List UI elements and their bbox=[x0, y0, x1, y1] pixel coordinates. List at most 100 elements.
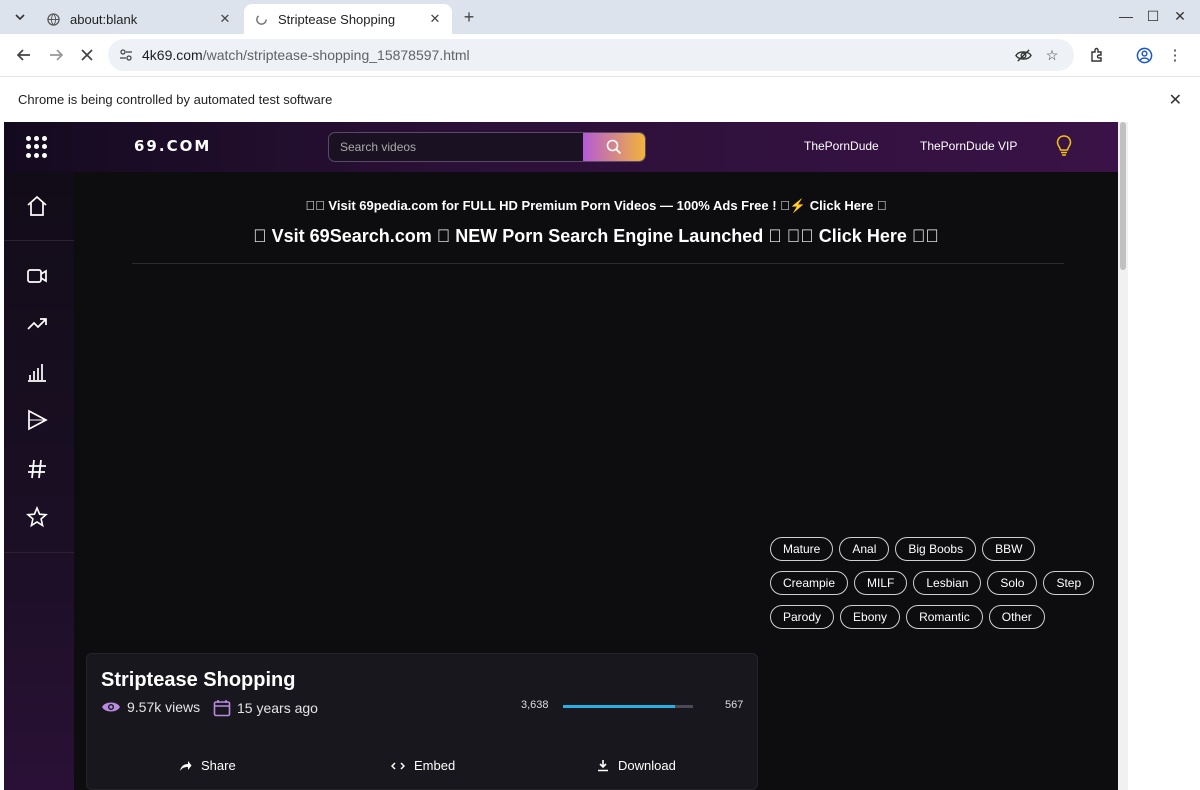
site-header: 69.COM ThePornDude ThePornDude VIP bbox=[4, 122, 1118, 172]
tag-milf[interactable]: MILF bbox=[854, 571, 908, 595]
more-menu-icon[interactable]: ⋮ bbox=[1164, 44, 1186, 66]
star-icon[interactable] bbox=[25, 505, 49, 529]
download-button[interactable]: Download bbox=[597, 758, 676, 773]
tag-creampie[interactable]: Creampie bbox=[770, 571, 849, 595]
site-info-icon[interactable] bbox=[118, 47, 134, 63]
extensions-icon[interactable] bbox=[1086, 44, 1108, 66]
video-views: 9.57k views bbox=[101, 699, 200, 715]
tag-row: Mature Anal Big Boobs BBW bbox=[770, 537, 1110, 561]
tag-parody[interactable]: Parody bbox=[770, 605, 835, 629]
profile-icon[interactable] bbox=[1133, 44, 1155, 66]
code-icon bbox=[391, 761, 405, 770]
tag-lesbian[interactable]: Lesbian bbox=[913, 571, 982, 595]
trending-icon[interactable] bbox=[25, 312, 49, 336]
tag-row: Creampie MILF Lesbian Solo Step bbox=[770, 571, 1110, 595]
promo-notice-69pedia[interactable]:    Visit 69pedia.com for FULL HD Premium… bbox=[74, 198, 1118, 214]
video-date: 15 years ago bbox=[213, 699, 318, 717]
web-page: 69.COM ThePornDude ThePornDude VIP bbox=[4, 122, 1118, 790]
embed-label: Embed bbox=[414, 758, 456, 773]
close-tab-icon[interactable]: ✕ bbox=[426, 10, 444, 28]
home-icon[interactable] bbox=[25, 194, 49, 218]
address-bar[interactable]: 4k69.com/watch/striptease-shopping_15878… bbox=[108, 39, 1074, 71]
search-input[interactable] bbox=[329, 133, 584, 161]
tag-big-boobs[interactable]: Big Boobs bbox=[895, 537, 977, 561]
globe-icon bbox=[46, 12, 60, 26]
tag-other[interactable]: Other bbox=[988, 605, 1045, 629]
tag-romantic[interactable]: Romantic bbox=[906, 605, 983, 629]
dislikes-count: 567 bbox=[725, 699, 744, 711]
url-path: /watch/striptease-shopping_15878597.html bbox=[202, 47, 470, 63]
tag-mature[interactable]: Mature bbox=[770, 537, 834, 561]
chart-bars-icon[interactable] bbox=[25, 360, 49, 384]
url-host: 4k69.com bbox=[142, 47, 203, 63]
eye-slash-icon[interactable] bbox=[1014, 46, 1032, 64]
tab-title: about:blank bbox=[70, 11, 138, 27]
rating-fill bbox=[563, 705, 676, 708]
search-button[interactable] bbox=[583, 133, 645, 161]
tab-about-blank[interactable]: about:blank ✕ bbox=[36, 4, 242, 34]
close-infobar-icon[interactable]: ✕ bbox=[1169, 90, 1182, 110]
calendar-icon bbox=[213, 700, 231, 717]
automation-infobar: Chrome is being controlled by automated … bbox=[0, 76, 1200, 122]
views-count: 9.57k views bbox=[127, 699, 201, 715]
embed-button[interactable]: Embed bbox=[391, 758, 455, 773]
sidebar-divider bbox=[4, 552, 74, 553]
new-tab-button[interactable]: + bbox=[458, 6, 480, 28]
promo-notice-69search[interactable]:   Vsit 69Search.com   NEW Porn Search En… bbox=[74, 226, 1118, 247]
rating-bar: 3,638 567 bbox=[521, 697, 751, 717]
download-label: Download bbox=[618, 758, 676, 773]
share-button[interactable]: Share bbox=[179, 758, 236, 773]
likes-count: 3,638 bbox=[521, 699, 549, 711]
video-info-card: Striptease Shopping 9.57k views 15 years… bbox=[86, 653, 758, 790]
divider bbox=[132, 263, 1064, 264]
browser-toolbar: 4k69.com/watch/striptease-shopping_15878… bbox=[0, 34, 1200, 76]
page-scrollbar[interactable] bbox=[1118, 122, 1128, 790]
tab-search-button[interactable] bbox=[8, 6, 32, 28]
lightbulb-icon[interactable] bbox=[1056, 135, 1072, 157]
tag-list: Mature Anal Big Boobs BBW Creampie MILF … bbox=[770, 537, 1110, 639]
close-tab-icon[interactable]: ✕ bbox=[216, 10, 234, 28]
window-margin bbox=[1128, 122, 1200, 790]
sidebar-divider bbox=[4, 240, 74, 241]
tab-title: Striptease Shopping bbox=[278, 11, 396, 27]
tag-anal[interactable]: Anal bbox=[839, 537, 890, 561]
tab-striptease-shopping[interactable]: Striptease Shopping ✕ bbox=[244, 4, 452, 34]
share-arrow-icon bbox=[180, 760, 192, 771]
browser-window: about:blank ✕ Striptease Shopping ✕ + — … bbox=[0, 0, 1200, 790]
loading-icon bbox=[254, 12, 268, 26]
search-box bbox=[328, 132, 646, 162]
tag-ebony[interactable]: Ebony bbox=[840, 605, 901, 629]
header-link-theporndude-vip[interactable]: ThePornDude VIP bbox=[920, 139, 1017, 153]
tab-strip: about:blank ✕ Striptease Shopping ✕ + — … bbox=[0, 0, 1200, 34]
minimize-icon[interactable]: — bbox=[1116, 8, 1136, 24]
tag-row: Parody Ebony Romantic Other bbox=[770, 605, 1110, 629]
close-window-icon[interactable]: ✕ bbox=[1170, 8, 1190, 25]
play-icon[interactable] bbox=[25, 408, 49, 432]
apps-grid-icon[interactable] bbox=[26, 136, 48, 158]
download-icon bbox=[598, 760, 608, 772]
scrollbar-thumb[interactable] bbox=[1120, 122, 1126, 270]
infobar-message: Chrome is being controlled by automated … bbox=[18, 92, 333, 107]
site-sidebar bbox=[4, 172, 74, 790]
forward-arrow-icon[interactable] bbox=[44, 43, 68, 67]
tag-bbw[interactable]: BBW bbox=[982, 537, 1036, 561]
rating-track bbox=[563, 705, 693, 708]
url-text: 4k69.com/watch/striptease-shopping_15878… bbox=[142, 47, 470, 63]
upload-date: 15 years ago bbox=[237, 700, 318, 716]
video-title: Striptease Shopping bbox=[101, 669, 296, 691]
maximize-icon[interactable]: ☐ bbox=[1143, 8, 1163, 25]
hashtag-icon[interactable] bbox=[25, 457, 49, 481]
video-actions: Share Embed Download bbox=[87, 754, 759, 784]
tag-step[interactable]: Step bbox=[1043, 571, 1095, 595]
back-arrow-icon[interactable] bbox=[12, 43, 36, 67]
eye-icon bbox=[102, 702, 120, 712]
chevron-down-icon bbox=[15, 14, 25, 21]
video-camera-icon[interactable] bbox=[25, 264, 49, 288]
header-link-theporndude[interactable]: ThePornDude bbox=[804, 139, 879, 153]
tag-solo[interactable]: Solo bbox=[987, 571, 1038, 595]
stop-loading-icon[interactable] bbox=[75, 43, 99, 67]
site-logo[interactable]: 69.COM bbox=[134, 137, 211, 155]
bookmark-star-icon[interactable]: ☆ bbox=[1043, 46, 1061, 64]
search-icon bbox=[606, 139, 622, 155]
share-label: Share bbox=[201, 758, 236, 773]
